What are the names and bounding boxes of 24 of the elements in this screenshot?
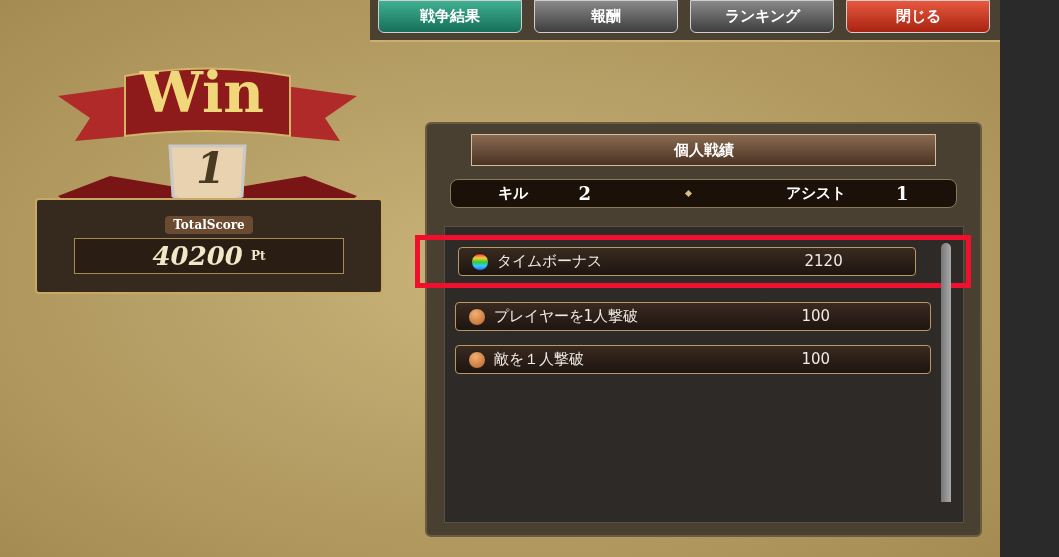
rank-number: 1	[196, 148, 226, 190]
tab[interactable]: 報酬	[534, 0, 678, 33]
tab[interactable]: ランキング	[690, 0, 834, 33]
row-label: 敵を１人撃破	[493, 349, 585, 371]
stat-label: キル	[498, 183, 529, 205]
rainbow-orb-icon	[470, 252, 489, 271]
win-title: Win	[140, 64, 264, 120]
score-value: 40200	[152, 239, 243, 273]
row-value: 2120	[804, 251, 843, 273]
row-label: プレイヤーを1人撃破	[493, 306, 640, 328]
row-value: 100	[801, 349, 831, 371]
close-button[interactable]: 閉じる	[846, 0, 990, 33]
tab[interactable]: 戦争結果	[378, 0, 522, 33]
stat-label: アシスト	[785, 183, 846, 205]
stat-value: 2	[578, 182, 591, 206]
orb-icon	[467, 350, 486, 369]
score-unit: Pt	[250, 248, 266, 265]
total-score-caption: TotalScore	[165, 216, 253, 234]
row-value: 100	[801, 306, 831, 328]
row-label: タイムボーナス	[496, 251, 603, 273]
stat-value: 1	[895, 182, 909, 206]
scrollbar[interactable]	[940, 243, 951, 502]
panel-title: 個人戦績	[471, 134, 936, 166]
orb-icon	[467, 307, 486, 326]
